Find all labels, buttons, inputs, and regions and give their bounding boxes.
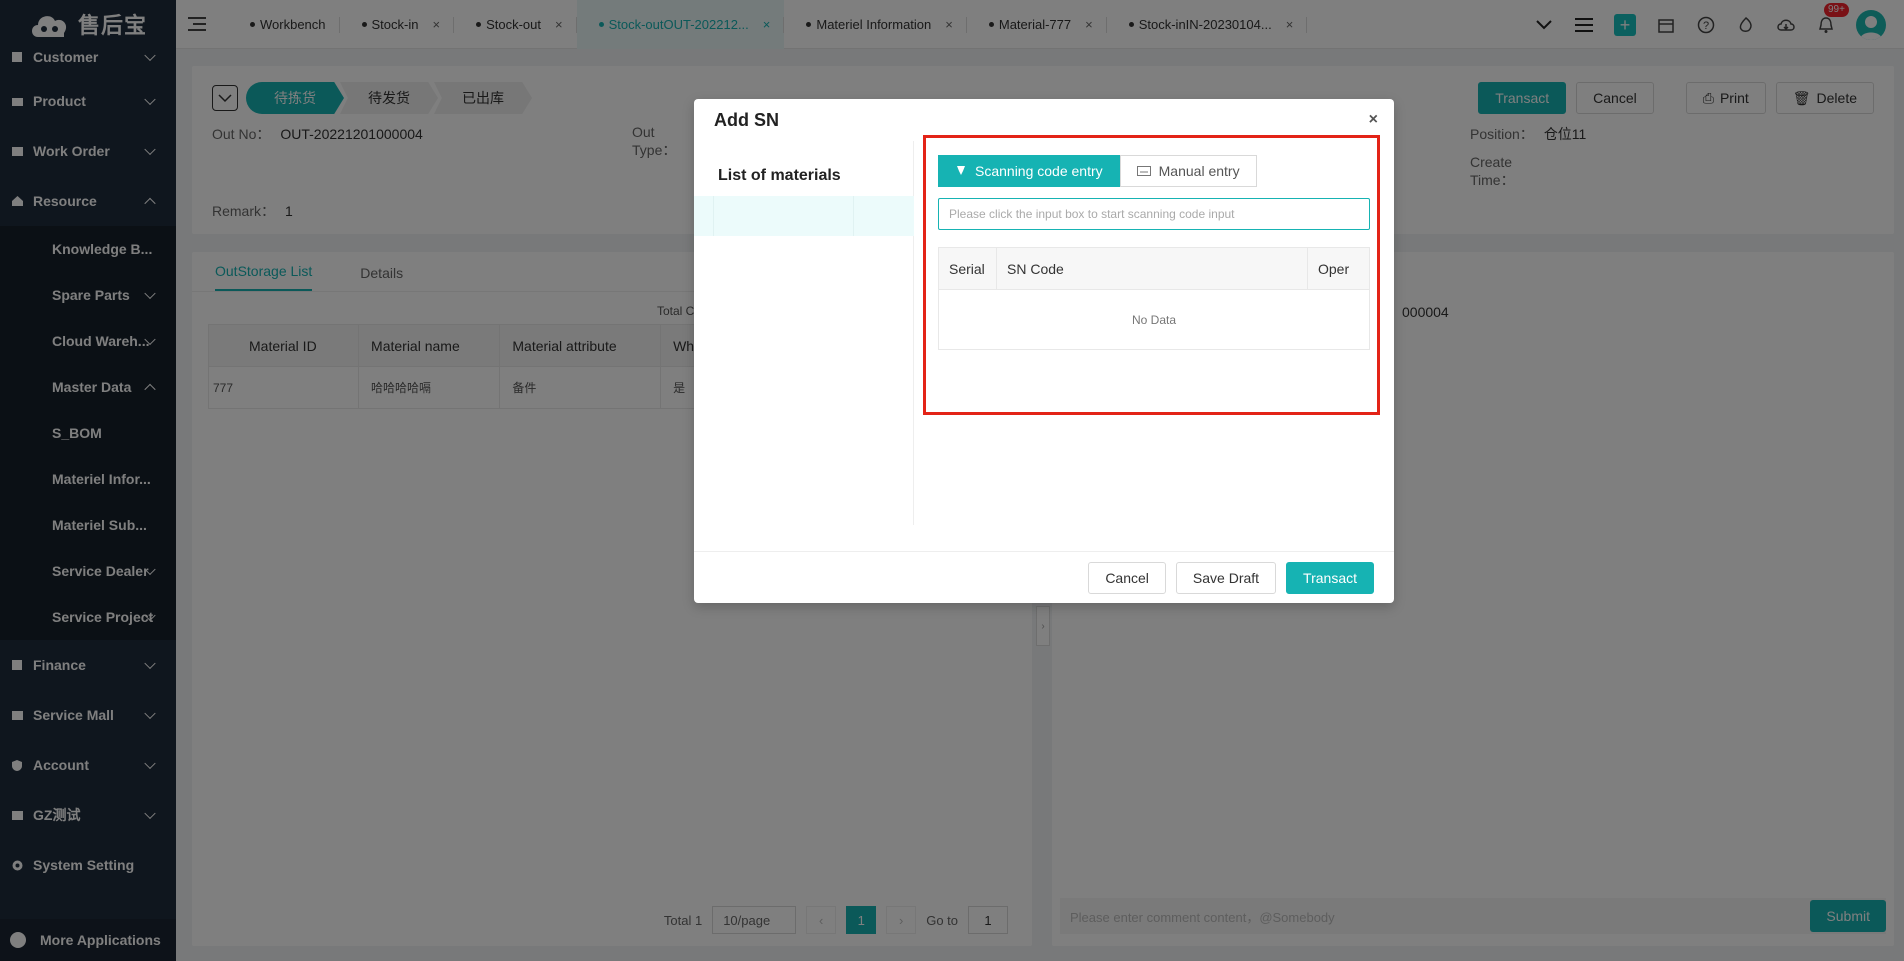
transact-button[interactable]: Transact bbox=[1286, 561, 1374, 594]
cancel-button[interactable]: Cancel bbox=[1088, 561, 1166, 594]
scanner-icon bbox=[955, 163, 967, 179]
empty-row: No Data bbox=[938, 289, 1370, 350]
tab-label: Scanning code entry bbox=[975, 163, 1103, 179]
materials-title: List of materials bbox=[718, 167, 841, 184]
dialog-title: Add SN bbox=[714, 109, 779, 130]
sn-table: Serial SN Code Oper No Data bbox=[938, 247, 1370, 350]
add-sn-dialog: Add SN × List of materials Scanning code… bbox=[694, 99, 1394, 603]
col-oper: Oper bbox=[1307, 247, 1370, 290]
keyboard-icon bbox=[1136, 163, 1151, 179]
dialog-header: Add SN × bbox=[694, 99, 1394, 141]
list-item[interactable] bbox=[694, 196, 914, 236]
scan-input-placeholder: Please click the input box to start scan… bbox=[949, 207, 1235, 221]
tab-label: Manual entry bbox=[1158, 163, 1240, 179]
col-serial: Serial bbox=[938, 247, 997, 290]
save-draft-button[interactable]: Save Draft bbox=[1175, 561, 1277, 594]
materials-pane: List of materials bbox=[694, 141, 914, 525]
tab-manual-entry[interactable]: Manual entry bbox=[1119, 155, 1257, 187]
entry-mode-tabs: Scanning code entry Manual entry bbox=[938, 155, 1257, 187]
row-cell bbox=[714, 196, 854, 236]
dialog-body: List of materials Scanning code entry Ma… bbox=[694, 141, 1394, 525]
row-cell bbox=[694, 196, 714, 236]
table-header: Serial SN Code Oper bbox=[938, 247, 1370, 290]
no-data-text: No Data bbox=[938, 289, 1370, 350]
scan-code-input[interactable]: Please click the input box to start scan… bbox=[938, 198, 1370, 230]
row-cell bbox=[854, 196, 914, 236]
tab-scanning-code-entry[interactable]: Scanning code entry bbox=[938, 155, 1120, 187]
dialog-footer: Cancel Save Draft Transact bbox=[694, 551, 1394, 603]
close-icon[interactable]: × bbox=[1369, 111, 1378, 129]
col-sn-code: SN Code bbox=[996, 247, 1308, 290]
